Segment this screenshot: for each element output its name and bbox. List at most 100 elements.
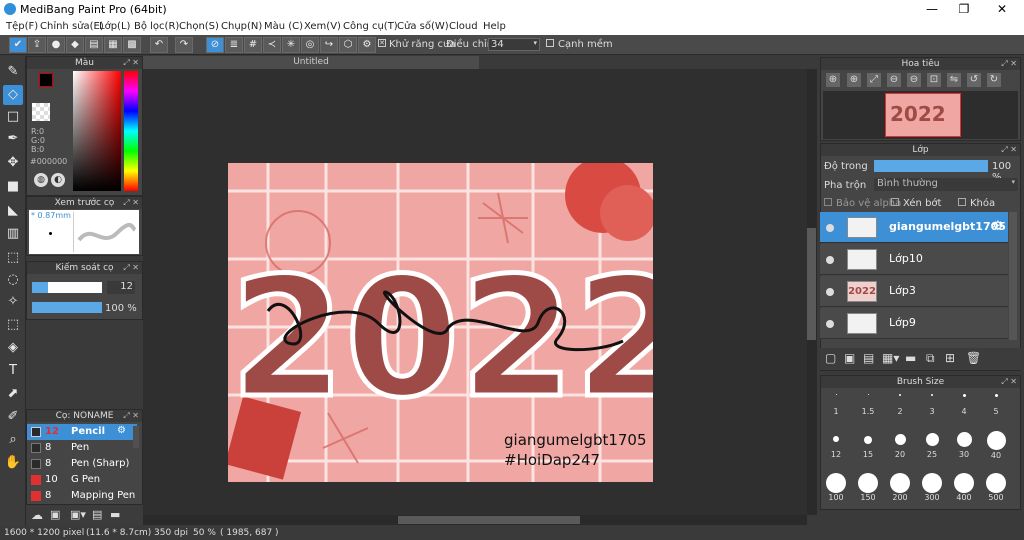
move-tool-icon[interactable]: ✥ (3, 153, 23, 173)
dot-tool-icon[interactable]: □ (3, 107, 23, 127)
menu-layer[interactable]: Lớp(L) (99, 21, 130, 32)
new-layer-icon[interactable]: ▢ (825, 351, 836, 365)
navigator-viewport[interactable]: 2022 (885, 93, 961, 137)
layer-row-lop9[interactable]: Lớp9 (820, 308, 1008, 339)
panel-float-icon[interactable]: ⤢ ✕ (123, 262, 139, 274)
panel-float-icon[interactable]: ⤢ ✕ (123, 197, 139, 209)
snap-off-icon[interactable]: ⊘ (206, 37, 224, 53)
divide-tool-icon[interactable]: ✐ (3, 407, 23, 427)
trash-icon[interactable]: 🗑 (966, 351, 981, 365)
clipping-checkbox[interactable] (891, 198, 899, 206)
menu-tools[interactable]: Công cụ(T) (343, 21, 398, 32)
foreground-color[interactable] (39, 73, 53, 87)
palette-edit-icon[interactable]: ◐ (51, 173, 65, 187)
canvas-vscroll-thumb[interactable] (807, 228, 816, 340)
menu-snap[interactable]: Chụp(N) (221, 21, 262, 32)
soft-edge-checkbox[interactable] (546, 39, 554, 47)
shape-tool-icon[interactable]: ■ (3, 177, 23, 197)
maximize-button[interactable]: ❐ (946, 0, 982, 19)
brush-list-scrollbar[interactable] (133, 426, 139, 448)
brush-size-3[interactable]: 3 (917, 394, 947, 416)
brush-size-500[interactable]: 500 (981, 473, 1011, 502)
saturation-field[interactable] (73, 71, 121, 191)
minimize-button[interactable]: — (914, 0, 950, 19)
add-layer-menu-icon[interactable]: ▦▾ (882, 351, 899, 365)
palette-icon[interactable]: ◍ (34, 173, 48, 187)
menu-edit[interactable]: Chỉnh sửa(E) (40, 21, 104, 32)
panel-float-icon[interactable]: ⤢ ✕ (123, 57, 139, 69)
brush-item-pen[interactable]: 8 Pen (27, 440, 137, 456)
share-icon[interactable]: ⇪ (28, 37, 46, 53)
brush-size-25[interactable]: 25 (917, 433, 947, 459)
brush-size-5[interactable]: 5 (981, 394, 1011, 416)
document-icon[interactable]: ▤ (85, 37, 103, 53)
brush-size-1.5[interactable]: 1.5 (853, 394, 883, 416)
brush-item-mapping-pen[interactable]: 8 Mapping Pen (27, 488, 137, 504)
brush-size-400[interactable]: 400 (949, 473, 979, 502)
panel-float-icon[interactable]: ⤢ ✕ (1001, 144, 1017, 156)
cloud-brush-icon[interactable]: ☁ (31, 508, 43, 522)
new-halftone-layer-icon[interactable]: ▣ (844, 351, 855, 365)
text-tool-icon[interactable]: T (3, 361, 23, 381)
document-tab[interactable]: Untitled (143, 56, 479, 69)
pen-tool-icon[interactable]: ✒ (3, 129, 23, 149)
brush-item-pen-sharp[interactable]: 8 Pen (Sharp) (27, 456, 137, 472)
snap-circle-icon[interactable]: ◎ (301, 37, 319, 53)
menu-filter[interactable]: Bộ lọc(R) (134, 21, 179, 32)
blend-mode-dropdown[interactable]: Bình thường ▾ (874, 178, 1018, 191)
hue-slider[interactable] (124, 71, 138, 191)
snap-vanish-icon[interactable]: ≺ (263, 37, 281, 53)
navigator-preview[interactable]: 2022 (823, 91, 1018, 139)
canvas-hscroll-thumb[interactable] (398, 516, 580, 524)
artwork-canvas[interactable]: 2022 giangumelgbt1705 #HoiDap247 (228, 163, 653, 482)
eye-icon[interactable] (826, 320, 834, 328)
merge-layer-icon[interactable]: ⊞ (945, 351, 955, 365)
new-8bit-layer-icon[interactable]: ▤ (863, 351, 874, 365)
layer-scrollbar[interactable] (1009, 212, 1017, 340)
select-rect-icon[interactable]: ⬚ (3, 248, 23, 268)
brush-size-input[interactable]: 12 (107, 281, 135, 294)
hand-tool-icon[interactable]: ✋ (3, 453, 23, 473)
speech-icon[interactable]: ◆ (66, 37, 84, 53)
zoom-out-icon[interactable]: ⊖ (907, 73, 921, 87)
eye-icon[interactable] (826, 224, 834, 232)
grid-icon[interactable]: ▩ (123, 37, 141, 53)
alpha-protect-checkbox[interactable] (824, 198, 832, 206)
comment-icon[interactable]: ● (47, 37, 65, 53)
adjust-dropdown[interactable]: 34 ▾ (488, 38, 540, 51)
bucket-tool-icon[interactable]: ◣ (3, 201, 23, 221)
brush-tool-icon[interactable]: ✎ (3, 62, 23, 82)
undo-icon[interactable]: ↶ (150, 37, 168, 53)
snap-grid-icon[interactable]: # (244, 37, 262, 53)
brush-copy-icon[interactable]: ▤ (92, 508, 102, 521)
folder-icon[interactable]: ▬ (110, 508, 120, 521)
panel-float-icon[interactable]: ⤢ ✕ (1001, 58, 1017, 70)
snap-parallel-icon[interactable]: ≣ (225, 37, 243, 53)
menu-help[interactable]: Help (483, 21, 506, 32)
lock-checkbox[interactable] (958, 198, 966, 206)
brush-size-1[interactable]: 1 (821, 394, 851, 416)
panel-float-icon[interactable]: ⤢ ✕ (123, 410, 139, 422)
rotate-left-icon[interactable]: ↺ (967, 73, 981, 87)
settings-icon[interactable]: ⚙ (358, 37, 376, 53)
brush-size-300[interactable]: 300 (917, 473, 947, 502)
brush-size-2[interactable]: 2 (885, 394, 915, 416)
brush-size-slider[interactable] (32, 282, 102, 293)
menu-select[interactable]: Chọn(S) (179, 21, 219, 32)
brush-size-100[interactable]: 100 (821, 473, 851, 502)
brush-size-200[interactable]: 200 (885, 473, 915, 502)
antialias-checkbox[interactable]: ✕ (378, 39, 386, 47)
folder-icon[interactable]: ▬ (905, 351, 916, 365)
zoom-in-icon[interactable]: ⊕ (826, 73, 840, 87)
menu-file[interactable]: Tệp(F) (6, 21, 38, 32)
eraser-tool-icon[interactable]: ◇ (3, 85, 23, 105)
actual-size-icon[interactable]: ⊡ (927, 73, 941, 87)
menu-view[interactable]: Xem(V) (304, 21, 341, 32)
brush-size-15[interactable]: 15 (853, 436, 883, 459)
brush-size-30[interactable]: 30 (949, 432, 979, 459)
flip-icon[interactable]: ⇋ (947, 73, 961, 87)
select-pen-icon[interactable]: ⬚ (3, 315, 23, 335)
brush-size-4[interactable]: 4 (949, 394, 979, 416)
eyedropper-icon[interactable]: ⌕ (3, 430, 23, 450)
snap-curve-icon[interactable]: ↪ (320, 37, 338, 53)
